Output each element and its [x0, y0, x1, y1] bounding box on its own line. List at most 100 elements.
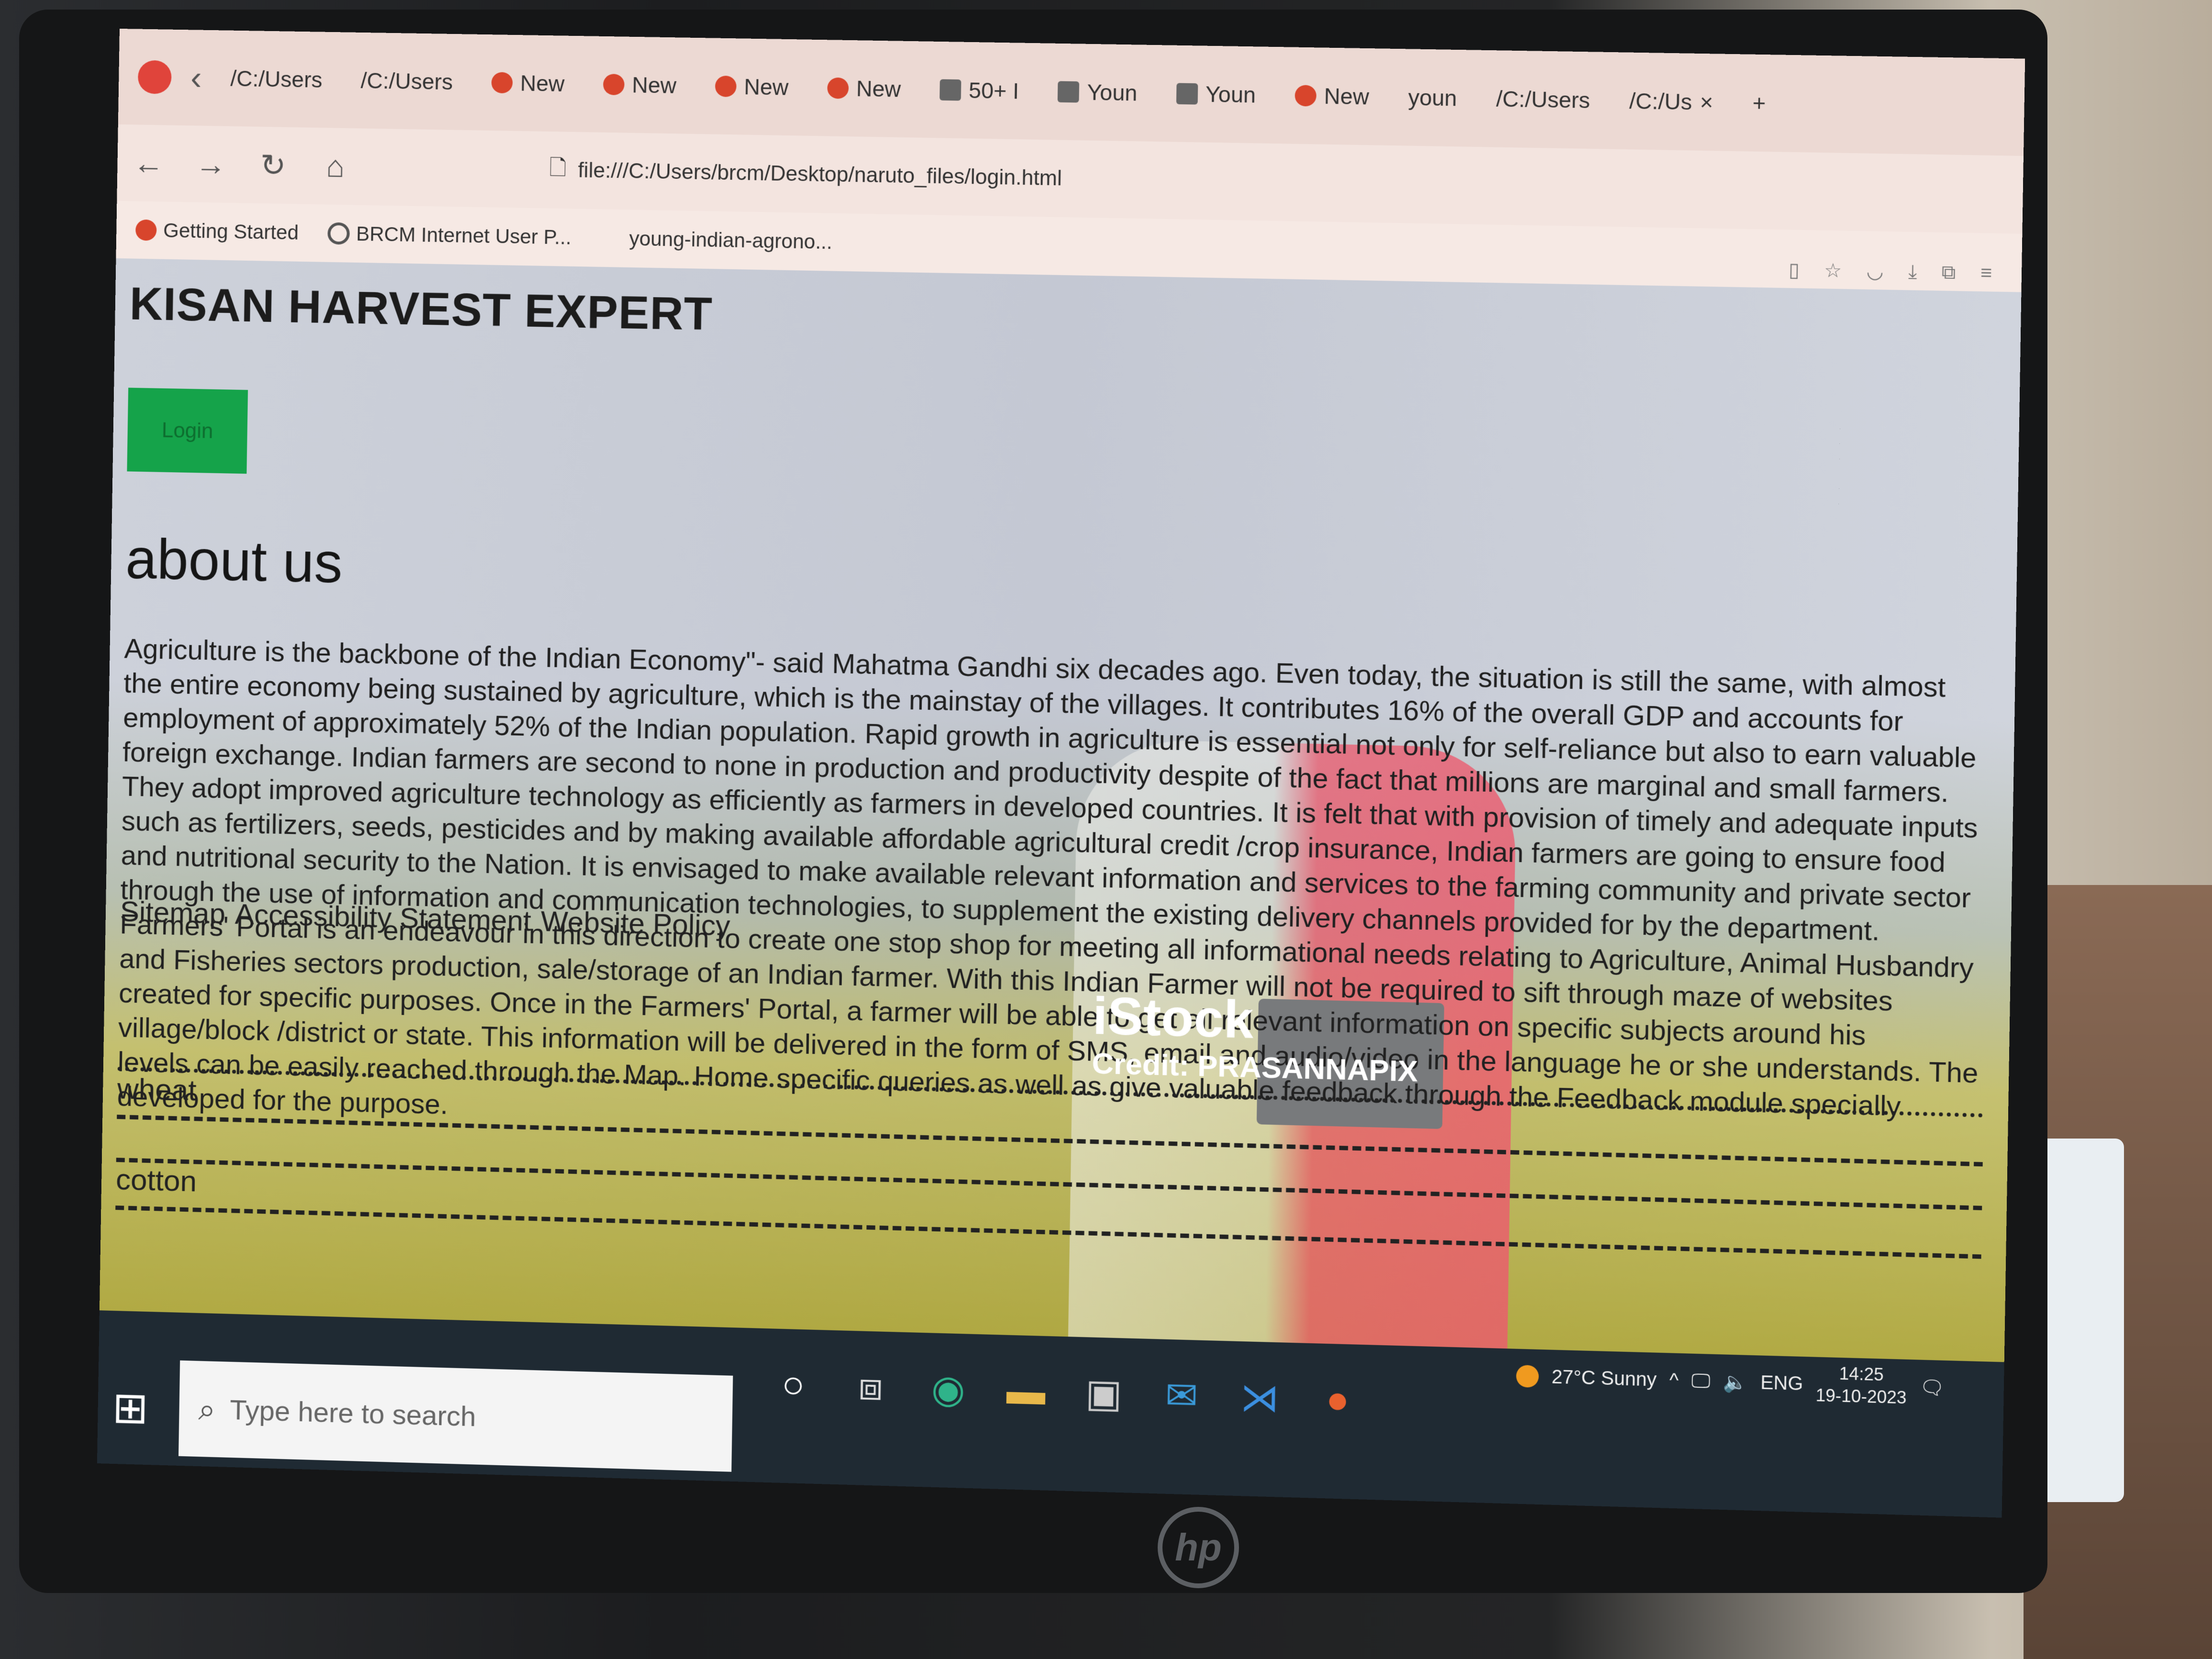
tab-label: New: [520, 70, 565, 97]
page-icon: [940, 79, 961, 101]
divider-dashed: [116, 1158, 1982, 1210]
volume-icon[interactable]: 🔈: [1723, 1370, 1748, 1394]
cortana-icon[interactable]: ○: [771, 1362, 815, 1407]
tab-label: /C:/Us: [1629, 88, 1692, 115]
windows-start-icon[interactable]: ⊞: [112, 1382, 149, 1434]
sitemap-link[interactable]: Sitemap: [120, 895, 225, 930]
page-icon: [715, 76, 736, 97]
file-explorer-icon[interactable]: ▬: [1004, 1369, 1048, 1413]
page-icon: [603, 74, 624, 95]
istock-watermark: iStock Credit: PRASANNAPIX: [1092, 985, 1419, 1089]
accessibility-link[interactable]: Accessibility Statement: [235, 897, 531, 938]
tab[interactable]: New: [472, 69, 584, 97]
notifications-icon[interactable]: 🗨: [1919, 1376, 1945, 1399]
mail-icon[interactable]: ✉: [1160, 1373, 1204, 1417]
firefox-icon: [135, 220, 157, 241]
address-bar[interactable]: 🗋 file:///C:/Users/brcm/Desktop/naruto_f…: [549, 152, 1062, 197]
tab[interactable]: New: [807, 75, 920, 102]
taskbar-apps: ○ ⧈ ◉ ▬ ▣ ✉ ⋊ ●: [771, 1362, 1360, 1422]
system-tray: 27°C Sunny ^ 🖵 🔈 ENG 14:25 19-10-2023 🗨: [1516, 1354, 1945, 1410]
task-view-icon[interactable]: ⧈: [849, 1364, 893, 1409]
tab-label: New: [632, 72, 677, 99]
reload-icon[interactable]: ↻: [242, 147, 304, 184]
page-icon: [827, 77, 849, 99]
tab-label: /C:/Users: [230, 66, 322, 93]
firefox-icon[interactable]: [138, 60, 172, 94]
istock-logo: iStock: [1092, 985, 1419, 1054]
taskbar-search[interactable]: ⌕ Type here to search: [178, 1360, 733, 1472]
edge-icon[interactable]: ◉: [926, 1367, 971, 1411]
tab-active[interactable]: /C:/Us ×: [1610, 88, 1733, 116]
tab[interactable]: New: [1275, 82, 1389, 110]
store-icon[interactable]: ▣: [1082, 1371, 1126, 1416]
tab-label: New: [1324, 83, 1369, 110]
file-icon: 🗋: [549, 152, 567, 188]
bookmark-item[interactable]: Getting Started: [135, 219, 299, 244]
screen: ‹ /C:/Users /C:/Users New New New New 50…: [97, 29, 2025, 1518]
downloads-icon[interactable]: ⤓: [1908, 261, 1917, 284]
tab-label: New: [856, 76, 901, 102]
home-icon[interactable]: ⌂: [304, 148, 367, 185]
about-text: Agriculture is the backbone of the India…: [117, 631, 1991, 1161]
tab-label: Youn: [1205, 81, 1256, 108]
tab[interactable]: youn: [1388, 84, 1477, 112]
tab[interactable]: New: [584, 71, 696, 99]
bookmark-star-icon[interactable]: ☆: [1824, 259, 1842, 282]
tab[interactable]: Youn: [1157, 80, 1276, 109]
url-text: file:///C:/Users/brcm/Desktop/naruto_fil…: [578, 158, 1062, 190]
tab[interactable]: /C:/Users: [1476, 85, 1610, 113]
language-indicator[interactable]: ENG: [1760, 1371, 1803, 1394]
new-tab-button[interactable]: +: [1733, 89, 1786, 117]
globe-icon: [327, 222, 350, 245]
web-page: KISAN HARVEST EXPERT Login about us Agri…: [100, 258, 2021, 1362]
close-tab-icon[interactable]: ×: [1700, 89, 1713, 115]
reader-view-icon[interactable]: ▯: [1789, 259, 1800, 281]
login-button[interactable]: Login: [127, 387, 248, 474]
weather-sun-icon: [1516, 1365, 1539, 1388]
firefox-taskbar-icon[interactable]: ●: [1316, 1377, 1360, 1422]
tab-list-back-icon[interactable]: ‹: [190, 58, 202, 97]
toolbar-right: ▯ ☆ ◡ ⤓ ⧉ ≡: [1789, 259, 1992, 285]
bookmark-item[interactable]: young-indian-agrono...: [629, 227, 832, 254]
tab-label: 50+ I: [969, 77, 1019, 104]
bookmark-item[interactable]: BRCM Internet User P...: [327, 222, 572, 249]
crop-item-cotton[interactable]: cotton: [116, 1162, 197, 1198]
about-heading: about us: [125, 526, 343, 596]
tab[interactable]: 50+ I: [920, 77, 1039, 104]
menu-icon[interactable]: ≡: [1980, 262, 1992, 285]
page-icon: [491, 72, 513, 93]
tab-label: youn: [1408, 84, 1457, 111]
divider-dashed: [115, 1206, 1981, 1259]
forward-icon[interactable]: →: [179, 146, 242, 182]
back-icon[interactable]: ←: [117, 145, 180, 181]
clock-time: 14:25: [1839, 1362, 1884, 1386]
bookmark-label: young-indian-agrono...: [629, 227, 832, 254]
search-icon: ⌕: [198, 1391, 216, 1427]
clock-date: 19-10-2023: [1815, 1384, 1907, 1409]
site-title: KISAN HARVEST EXPERT: [129, 277, 713, 341]
page-icon: [1058, 81, 1079, 103]
tab-label: New: [744, 74, 789, 100]
tab-label: Youn: [1087, 79, 1138, 106]
search-placeholder: Type here to search: [230, 1394, 476, 1433]
tab[interactable]: /C:/Users: [342, 67, 473, 95]
tab[interactable]: Youn: [1038, 78, 1157, 106]
crop-item-wheat[interactable]: wheat: [117, 1072, 197, 1107]
tray-chevron-icon[interactable]: ^: [1669, 1369, 1679, 1391]
tab[interactable]: New: [696, 73, 808, 100]
page-icon: [1294, 85, 1316, 106]
hp-logo: hp: [1158, 1507, 1239, 1588]
pocket-icon[interactable]: ◡: [1866, 260, 1884, 283]
tab-label: /C:/Users: [1496, 86, 1590, 113]
website-policy-link[interactable]: Website Policy: [541, 905, 730, 942]
clock[interactable]: 14:25 19-10-2023: [1815, 1362, 1907, 1409]
weather-text[interactable]: 27°C Sunny: [1551, 1366, 1657, 1391]
tab[interactable]: /C:/Users: [211, 65, 342, 93]
bookmark-label: BRCM Internet User P...: [356, 222, 572, 249]
tab-label: /C:/Users: [361, 67, 453, 95]
extensions-icon[interactable]: ⧉: [1941, 262, 1956, 284]
vscode-icon[interactable]: ⋊: [1237, 1375, 1282, 1420]
network-icon[interactable]: 🖵: [1691, 1370, 1710, 1393]
page-icon: [1176, 83, 1198, 104]
bookmark-label: Getting Started: [163, 219, 299, 244]
